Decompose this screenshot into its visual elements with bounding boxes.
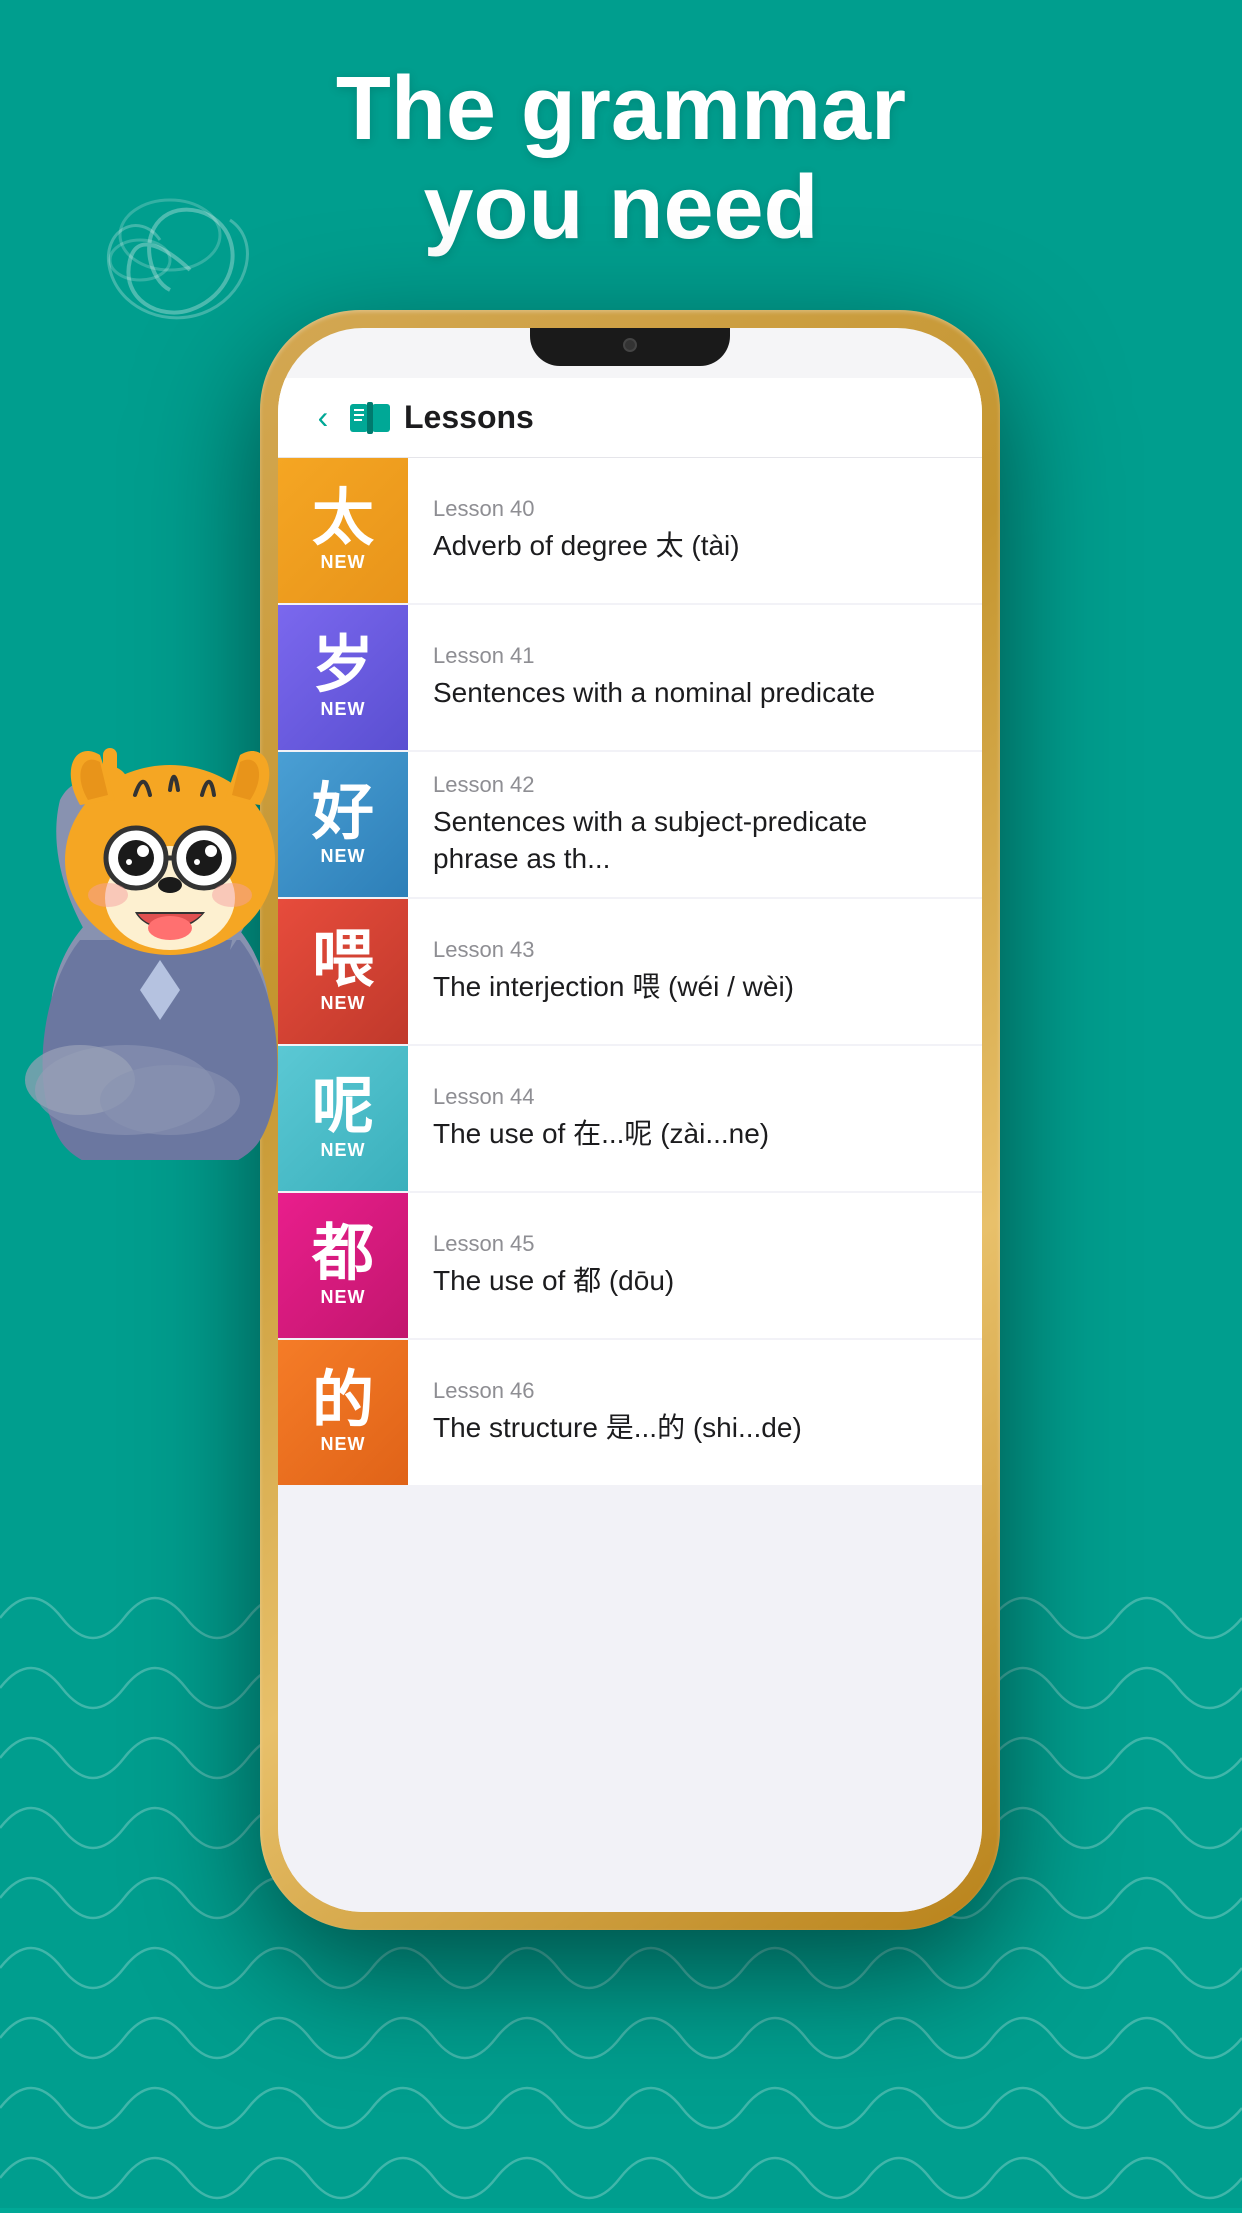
lesson-badge-45: NEW [321, 1287, 366, 1308]
mascot-container [0, 640, 360, 1160]
back-chevron-icon: ‹ [318, 399, 329, 436]
lesson-title-45: The use of 都 (dōu) [433, 1263, 957, 1299]
lesson-title-46: The structure 是...的 (shi...de) [433, 1410, 957, 1446]
book-icon [348, 400, 392, 436]
lesson-chinese-46: 的 [312, 1370, 374, 1432]
lesson-title-41: Sentences with a nominal predicate [433, 675, 957, 711]
phone-outer: ‹ Lessons 太 NEW [260, 310, 1000, 1930]
lesson-info-41: Lesson 41 Sentences with a nominal predi… [408, 643, 982, 711]
lesson-number-40: Lesson 40 [433, 496, 957, 522]
lesson-info-46: Lesson 46 The structure 是...的 (shi...de) [408, 1378, 982, 1446]
phone-camera [623, 338, 637, 352]
lesson-title-44: The use of 在...呢 (zài...ne) [433, 1116, 957, 1152]
lesson-number-46: Lesson 46 [433, 1378, 957, 1404]
phone-wrapper: ‹ Lessons 太 NEW [260, 310, 1000, 1930]
nav-bar: ‹ Lessons [278, 378, 982, 458]
header-line1: The grammar [80, 60, 1162, 159]
lesson-chinese-40: 太 [312, 488, 374, 550]
nav-title: Lessons [404, 399, 534, 436]
back-button[interactable]: ‹ [308, 403, 338, 433]
lesson-number-42: Lesson 42 [433, 772, 957, 798]
lesson-item-46[interactable]: 的 NEW Lesson 46 The structure 是...的 (shi… [278, 1340, 982, 1485]
lesson-badge-40: NEW [321, 552, 366, 573]
lesson-icon-40: 太 NEW [278, 458, 408, 603]
lesson-info-43: Lesson 43 The interjection 喂 (wéi / wèi) [408, 937, 982, 1005]
lesson-chinese-45: 都 [312, 1223, 374, 1285]
lesson-info-40: Lesson 40 Adverb of degree 太 (tài) [408, 496, 982, 564]
lesson-info-42: Lesson 42 Sentences with a subject-predi… [408, 772, 982, 877]
lesson-item-41[interactable]: 岁 NEW Lesson 41 Sentences with a nominal… [278, 605, 982, 750]
lesson-item-40[interactable]: 太 NEW Lesson 40 Adverb of degree 太 (tài) [278, 458, 982, 603]
phone-screen: ‹ Lessons 太 NEW [278, 378, 982, 1912]
lesson-number-43: Lesson 43 [433, 937, 957, 963]
lesson-item-42[interactable]: 好 NEW Lesson 42 Sentences with a subject… [278, 752, 982, 897]
lesson-list[interactable]: 太 NEW Lesson 40 Adverb of degree 太 (tài)… [278, 458, 982, 1487]
lesson-icon-46: 的 NEW [278, 1340, 408, 1485]
lesson-info-44: Lesson 44 The use of 在...呢 (zài...ne) [408, 1084, 982, 1152]
lesson-number-45: Lesson 45 [433, 1231, 957, 1257]
lesson-badge-46: NEW [321, 1434, 366, 1455]
lesson-icon-45: 都 NEW [278, 1193, 408, 1338]
phone-notch [530, 328, 730, 366]
lesson-title-43: The interjection 喂 (wéi / wèi) [433, 969, 957, 1005]
phone-inner: ‹ Lessons 太 NEW [278, 328, 982, 1912]
lesson-item-45[interactable]: 都 NEW Lesson 45 The use of 都 (dōu) [278, 1193, 982, 1338]
lesson-title-42: Sentences with a subject-predicate phras… [433, 804, 957, 877]
header-text: The grammar you need [0, 60, 1242, 258]
lesson-title-40: Adverb of degree 太 (tài) [433, 528, 957, 564]
lesson-item-44[interactable]: 呢 NEW Lesson 44 The use of 在...呢 (zài...… [278, 1046, 982, 1191]
lesson-item-43[interactable]: 喂 NEW Lesson 43 The interjection 喂 (wéi … [278, 899, 982, 1044]
lesson-info-45: Lesson 45 The use of 都 (dōu) [408, 1231, 982, 1299]
lesson-number-41: Lesson 41 [433, 643, 957, 669]
lesson-number-44: Lesson 44 [433, 1084, 957, 1110]
header-line2: you need [80, 159, 1162, 258]
